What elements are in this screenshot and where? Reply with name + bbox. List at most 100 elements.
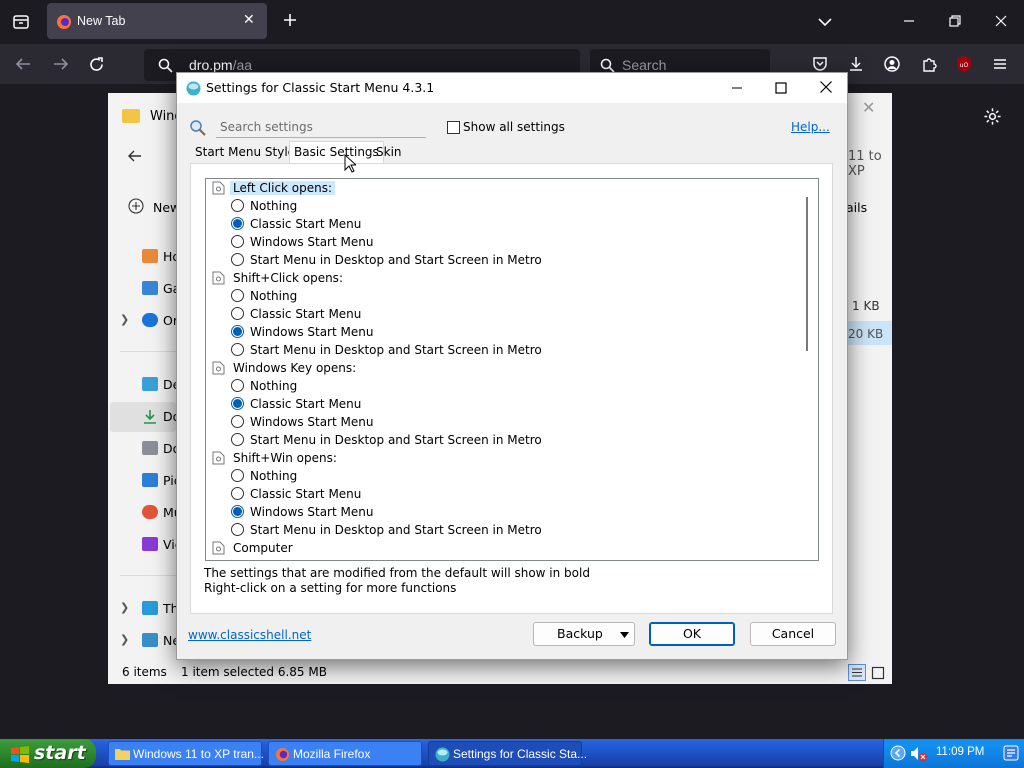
minimize-icon[interactable] — [730, 81, 744, 95]
tab-start-menu-style[interactable]: Start Menu Style — [191, 143, 299, 164]
radio-option[interactable]: Nothing — [206, 287, 802, 305]
show-all-settings-label[interactable]: Show all settings — [463, 120, 565, 134]
nav-item-network[interactable]: ❯ Ne — [108, 627, 180, 655]
details-button[interactable]: ails — [846, 200, 867, 215]
downloads-icon[interactable] — [847, 55, 865, 73]
url-text[interactable]: dro.pm/aa — [189, 57, 252, 73]
chevron-left-icon[interactable] — [890, 745, 906, 761]
radio-option[interactable]: Nothing — [206, 197, 802, 215]
radio-option[interactable]: Windows Start Menu — [206, 413, 802, 431]
reload-icon[interactable] — [88, 56, 105, 73]
tiles-view-icon[interactable] — [871, 666, 885, 680]
radio-button[interactable] — [231, 307, 244, 320]
help-link[interactable]: Help... — [791, 120, 830, 134]
website-link[interactable]: www.classicshell.net — [188, 628, 311, 642]
nav-item-pictures[interactable]: Pic — [108, 467, 181, 495]
nav-item-onedrive[interactable]: ❯ Or — [108, 307, 178, 335]
radio-button[interactable] — [231, 217, 244, 230]
list-all-tabs-icon[interactable] — [817, 14, 833, 30]
plus-circle-icon[interactable] — [128, 198, 144, 214]
nav-item-gallery[interactable]: Ga — [108, 275, 180, 303]
scrollbar[interactable] — [803, 179, 818, 560]
back-arrow-icon[interactable] — [14, 56, 32, 72]
radio-option[interactable]: Nothing — [206, 377, 802, 395]
nav-item-home[interactable]: Ho — [108, 243, 180, 271]
details-view-icon[interactable] — [848, 664, 866, 681]
new-tab-icon[interactable] — [281, 11, 299, 29]
pocket-icon[interactable] — [811, 55, 829, 73]
chevron-right-icon[interactable]: ❯ — [120, 633, 129, 646]
radio-button[interactable] — [231, 505, 244, 518]
radio-option[interactable]: Classic Start Menu — [206, 485, 802, 503]
radio-option[interactable]: Classic Start Menu — [206, 395, 802, 413]
radio-option[interactable]: Windows Start Menu — [206, 323, 802, 341]
maximize-icon[interactable] — [774, 81, 788, 95]
taskbar-button-explorer[interactable]: Windows 11 to XP tran... — [108, 741, 264, 766]
close-window-icon[interactable] — [994, 14, 1008, 28]
radio-button[interactable] — [231, 397, 244, 410]
volume-muted-icon[interactable] — [910, 745, 928, 762]
firefox-view-icon[interactable] — [12, 13, 30, 31]
radio-button[interactable] — [231, 253, 244, 266]
extensions-icon[interactable] — [920, 55, 938, 73]
radio-button[interactable] — [231, 379, 244, 392]
close-tab-icon[interactable]: ✕ — [243, 12, 255, 28]
radio-button[interactable] — [231, 199, 244, 212]
radio-button[interactable] — [231, 487, 244, 500]
chevron-right-icon[interactable]: ❯ — [120, 313, 129, 326]
radio-option[interactable]: Windows Start Menu — [206, 233, 802, 251]
nav-item-desktop[interactable]: De — [108, 371, 180, 399]
backup-button[interactable]: Backup — [533, 622, 635, 646]
cancel-button[interactable]: Cancel — [750, 622, 836, 646]
forward-arrow-icon[interactable] — [52, 56, 70, 72]
tab-new-tab[interactable]: New Tab ✕ — [47, 3, 267, 39]
radio-button[interactable] — [231, 415, 244, 428]
taskbar-button-firefox[interactable]: Mozilla Firefox — [268, 741, 422, 766]
dialog-titlebar[interactable]: Settings for Classic Start Menu 4.3.1 — [177, 73, 847, 103]
chevron-right-icon[interactable]: ❯ — [120, 601, 129, 614]
radio-button[interactable] — [231, 325, 244, 338]
radio-option[interactable]: Classic Start Menu — [206, 305, 802, 323]
show-all-settings-checkbox[interactable] — [447, 121, 460, 134]
close-icon[interactable]: ✕ — [862, 98, 875, 117]
settings-group[interactable]: Windows Key opens: — [206, 359, 802, 377]
restore-icon[interactable] — [948, 14, 962, 28]
tab-basic-settings[interactable]: Basic Settings — [289, 141, 384, 163]
start-button[interactable]: start — [0, 739, 96, 768]
minimize-icon[interactable] — [902, 14, 916, 28]
radio-option[interactable]: Start Menu in Desktop and Start Screen i… — [206, 431, 802, 449]
radio-option[interactable]: Start Menu in Desktop and Start Screen i… — [206, 341, 802, 359]
radio-option[interactable]: Windows Start Menu — [206, 503, 802, 521]
radio-option[interactable]: Nothing — [206, 467, 802, 485]
search-settings-input[interactable] — [216, 116, 426, 138]
radio-button[interactable] — [231, 433, 244, 446]
radio-button[interactable] — [231, 343, 244, 356]
account-icon[interactable] — [883, 55, 901, 73]
back-arrow-icon[interactable] — [127, 149, 143, 163]
radio-option[interactable]: Classic Start Menu — [206, 215, 802, 233]
ok-button[interactable]: OK — [649, 622, 735, 646]
radio-button[interactable] — [231, 523, 244, 536]
gear-icon[interactable] — [983, 107, 1002, 126]
taskbar-button-settings[interactable]: Settings for Classic Sta... — [428, 741, 587, 766]
nav-item-downloads[interactable]: Do — [108, 403, 180, 431]
radio-option[interactable]: Start Menu in Desktop and Start Screen i… — [206, 521, 802, 539]
nav-item-videos[interactable]: Vic — [108, 531, 182, 559]
menu-icon[interactable] — [991, 55, 1009, 73]
notification-icon[interactable] — [1003, 745, 1019, 761]
radio-button[interactable] — [231, 289, 244, 302]
settings-group[interactable]: Computer — [206, 539, 802, 557]
radio-button[interactable] — [231, 469, 244, 482]
radio-option[interactable]: Start Menu in Desktop and Start Screen i… — [206, 251, 802, 269]
nav-item-this-pc[interactable]: ❯ Th — [108, 595, 179, 623]
close-icon[interactable] — [819, 80, 833, 94]
radio-button[interactable] — [231, 235, 244, 248]
tab-skin[interactable]: Skin — [372, 143, 406, 164]
nav-item-documents[interactable]: Do — [108, 435, 180, 463]
settings-group[interactable]: Shift+Win opens: — [206, 449, 802, 467]
ublock-origin-icon[interactable]: uO — [955, 55, 973, 73]
settings-tree[interactable]: Left Click opens: Nothing Classic Start Me… — [205, 178, 819, 561]
nav-item-music[interactable]: Mu — [108, 499, 182, 527]
settings-group[interactable]: Left Click opens: — [206, 179, 802, 197]
settings-group[interactable]: Shift+Click opens: — [206, 269, 802, 287]
